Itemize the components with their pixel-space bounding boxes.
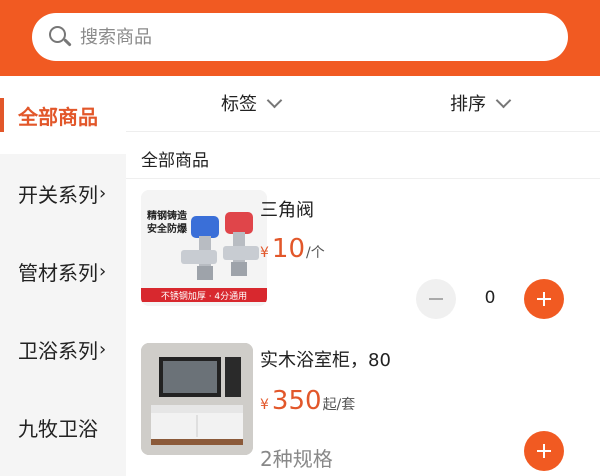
filter-bar: 标签 排序 (126, 76, 600, 132)
top-bar (0, 0, 600, 76)
search-icon (48, 25, 72, 49)
decrease-quantity-button[interactable] (416, 279, 456, 319)
sort-filter-label: 排序 (450, 94, 486, 115)
product-name[interactable]: 三角阀 (260, 196, 314, 222)
sidebar-item-switch-series[interactable]: 开关系列 › (0, 154, 126, 232)
section-title: 全部商品 (141, 151, 209, 171)
product-image-bathroom-cabinet[interactable] (141, 343, 253, 455)
sidebar-item-label: 开关系列 (18, 182, 98, 207)
select-spec-button[interactable] (524, 431, 564, 471)
minus-icon (429, 298, 443, 300)
sidebar-item-label: 全部商品 (18, 104, 98, 129)
sidebar-item-label: 管材系列 (18, 260, 98, 285)
quantity-value: 0 (484, 288, 496, 308)
tag-filter-label: 标签 (221, 94, 257, 115)
sidebar-item-label: 九牧卫浴 (18, 416, 98, 441)
chevron-right-icon: › (99, 338, 107, 360)
price-unit: /个 (306, 245, 325, 261)
tag-filter-button[interactable]: 标签 (221, 90, 283, 116)
sidebar-item-all-products[interactable]: 全部商品 (0, 76, 126, 154)
price-amount: 350 (271, 386, 322, 416)
image-banner: 不锈钢加厚 · 4分通用 (160, 292, 248, 302)
product-name[interactable]: 实木浴室柜，80 (260, 346, 391, 372)
chevron-right-icon: › (99, 182, 107, 204)
divider (126, 178, 600, 179)
category-sidebar: 全部商品 开关系列 › 管材系列 › 卫浴系列 › 九牧卫浴 (0, 76, 126, 476)
image-caption: 安全防爆 (147, 224, 187, 235)
search-input[interactable] (80, 26, 520, 48)
sort-filter-button[interactable]: 排序 (450, 90, 512, 116)
chevron-down-icon (495, 92, 512, 108)
image-caption: 精钢铸造 (147, 211, 187, 222)
price-amount: 10 (271, 234, 306, 264)
sidebar-item-pipe-series[interactable]: 管材系列 › (0, 232, 126, 310)
product-price: ¥ 10 /个 (260, 234, 325, 264)
search-bar[interactable] (32, 13, 568, 61)
product-price: ¥ 350 起/套 (260, 386, 355, 416)
increase-quantity-button[interactable] (524, 279, 564, 319)
sidebar-item-jomoo-bathroom[interactable]: 九牧卫浴 (0, 388, 126, 466)
spec-count-label: 2种规格 (260, 447, 333, 471)
price-unit: 起/套 (322, 397, 356, 413)
currency-symbol: ¥ (260, 397, 269, 413)
sidebar-item-label: 卫浴系列 (18, 338, 98, 363)
chevron-right-icon: › (99, 260, 107, 282)
sidebar-item-bathroom-series[interactable]: 卫浴系列 › (0, 310, 126, 388)
currency-symbol: ¥ (260, 245, 269, 261)
chevron-down-icon (266, 92, 283, 108)
product-image-angle-valve[interactable]: 精钢铸造 安全防爆 不锈钢加厚 · 4分通用 (141, 190, 267, 306)
